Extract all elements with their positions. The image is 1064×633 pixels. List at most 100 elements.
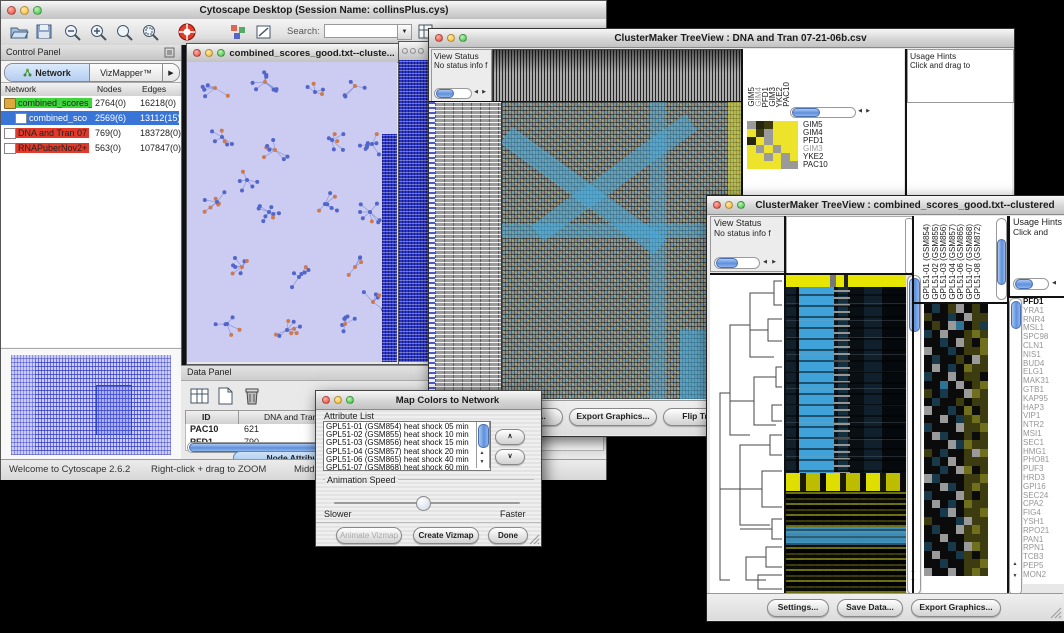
heatmap-cell[interactable] xyxy=(980,449,988,458)
heatmap-cell[interactable] xyxy=(972,313,980,322)
heatmap-cell[interactable] xyxy=(940,381,948,390)
heatmap-cell[interactable] xyxy=(956,313,964,322)
heatmap-cell[interactable] xyxy=(964,423,972,432)
heatmap-cell[interactable] xyxy=(980,466,988,475)
heatmap-cell[interactable] xyxy=(964,559,972,568)
heatmap-cell[interactable] xyxy=(956,321,964,330)
heatmap-cell[interactable] xyxy=(972,483,980,492)
main-titlebar[interactable]: Cytoscape Desktop (Session Name: collins… xyxy=(1,1,606,20)
heatmap-cell[interactable] xyxy=(956,355,964,364)
network-view-titlebar[interactable]: combined_scores_good.txt--cluste... xyxy=(187,44,399,63)
heatmap-cell[interactable] xyxy=(972,440,980,449)
heatmap-cell[interactable] xyxy=(773,129,782,137)
heatmap-cell[interactable] xyxy=(940,338,948,347)
heatmap-cell[interactable] xyxy=(932,406,940,415)
heatmap-cell[interactable] xyxy=(956,517,964,526)
heatmap-cell[interactable] xyxy=(764,137,773,145)
heatmap-cell[interactable] xyxy=(964,304,972,313)
heatmap-cell[interactable] xyxy=(924,372,932,381)
heatmap-cell[interactable] xyxy=(773,153,782,161)
heatmap-cell[interactable] xyxy=(972,517,980,526)
heatmap-cell[interactable] xyxy=(980,525,988,534)
heatmap-cell[interactable] xyxy=(932,389,940,398)
heatmap-cell[interactable] xyxy=(924,423,932,432)
heatmap-cell[interactable] xyxy=(956,415,964,424)
heatmap-cell[interactable] xyxy=(972,474,980,483)
heatmap-cell[interactable] xyxy=(980,432,988,441)
heatmap-cell[interactable] xyxy=(781,129,790,137)
heatmap-cell[interactable] xyxy=(964,534,972,543)
treeview-dna-titlebar[interactable]: ClusterMaker TreeView : DNA and Tran 07-… xyxy=(429,29,1014,48)
heatmap-cell[interactable] xyxy=(956,491,964,500)
heatmap-cell[interactable] xyxy=(781,153,790,161)
heatmap-cell[interactable] xyxy=(764,153,773,161)
heatmap-cell[interactable] xyxy=(956,457,964,466)
heatmap-cell[interactable] xyxy=(948,508,956,517)
heatmap-cell[interactable] xyxy=(790,153,799,161)
zoom-window-icon[interactable] xyxy=(418,48,424,54)
usage-hints-scrollbar[interactable] xyxy=(1013,278,1049,290)
heatmap-cell[interactable] xyxy=(932,313,940,322)
heatmap-cell[interactable] xyxy=(948,559,956,568)
heatmap-cell[interactable] xyxy=(948,466,956,475)
heatmap-cell[interactable] xyxy=(948,542,956,551)
heatmap-cell[interactable] xyxy=(972,449,980,458)
heatmap-cell[interactable] xyxy=(980,440,988,449)
heatmap-cell[interactable] xyxy=(956,559,964,568)
heatmap-cell[interactable] xyxy=(940,347,948,356)
heatmap-cell[interactable] xyxy=(940,457,948,466)
heatmap-cell[interactable] xyxy=(924,500,932,509)
heatmap-cell[interactable] xyxy=(790,137,799,145)
heatmap-cell[interactable] xyxy=(948,338,956,347)
zoom-heatmap[interactable] xyxy=(924,304,988,576)
heatmap-cell[interactable] xyxy=(948,449,956,458)
tab-vizmapper[interactable]: VizMapper™ xyxy=(90,64,163,81)
row-dendrogram[interactable] xyxy=(435,102,502,399)
heatmap-cell[interactable] xyxy=(980,381,988,390)
heatmap-cell[interactable] xyxy=(980,500,988,509)
heatmap-cell[interactable] xyxy=(956,347,964,356)
resize-grip-icon[interactable] xyxy=(529,534,540,545)
delete-attribute-icon[interactable] xyxy=(241,385,263,407)
heatmap-cell[interactable] xyxy=(956,338,964,347)
attribute-listbox[interactable]: GPL51-01 (GSM854) heat shock 05 minGPL51… xyxy=(323,421,491,471)
attribute-list-item[interactable]: GPL51-01 (GSM854) heat shock 05 min xyxy=(326,423,474,431)
zoom-window-icon[interactable] xyxy=(217,49,225,57)
slider-thumb[interactable] xyxy=(416,496,431,511)
scroll-left-icon[interactable]: ◀ xyxy=(1050,280,1058,287)
zoom-window-icon[interactable] xyxy=(33,6,42,15)
heatmap-cell[interactable] xyxy=(924,542,932,551)
heatmap-cell[interactable] xyxy=(956,466,964,475)
heatmap-cell[interactable] xyxy=(948,457,956,466)
heatmap-cell[interactable] xyxy=(932,321,940,330)
heatmap-cell[interactable] xyxy=(940,551,948,560)
heatmap-cell[interactable] xyxy=(980,321,988,330)
move-down-button[interactable]: ∨ xyxy=(495,449,525,465)
heatmap-cell[interactable] xyxy=(964,355,972,364)
heatmap-cell[interactable] xyxy=(932,423,940,432)
heatmap-cell[interactable] xyxy=(756,121,765,129)
heatmap-cell[interactable] xyxy=(932,381,940,390)
heatmap-cell[interactable] xyxy=(790,121,799,129)
heatmap-cell[interactable] xyxy=(932,449,940,458)
resize-grip-icon[interactable] xyxy=(1049,606,1062,619)
heatmap-cell[interactable] xyxy=(932,525,940,534)
heatmap-cell[interactable] xyxy=(764,129,773,137)
heatmap-cell[interactable] xyxy=(948,568,956,577)
heatmap-cell[interactable] xyxy=(964,330,972,339)
move-up-button[interactable]: ∧ xyxy=(495,429,525,445)
heatmap-cell[interactable] xyxy=(764,121,773,129)
heatmap-cell[interactable] xyxy=(980,347,988,356)
scroll-left-icon[interactable]: ◀ xyxy=(856,108,864,115)
export-graphics-button[interactable]: Export Graphics... xyxy=(569,408,657,426)
heatmap-cell[interactable] xyxy=(924,559,932,568)
heatmap-cell[interactable] xyxy=(924,491,932,500)
heatmap-cell[interactable] xyxy=(940,466,948,475)
heatmap-cell[interactable] xyxy=(924,364,932,373)
heatmap-cell[interactable] xyxy=(940,440,948,449)
heatmap-cell[interactable] xyxy=(948,304,956,313)
heatmap-cell[interactable] xyxy=(781,137,790,145)
heatmap-cell[interactable] xyxy=(964,525,972,534)
heatmap-cell[interactable] xyxy=(972,457,980,466)
heatmap-cell[interactable] xyxy=(956,449,964,458)
